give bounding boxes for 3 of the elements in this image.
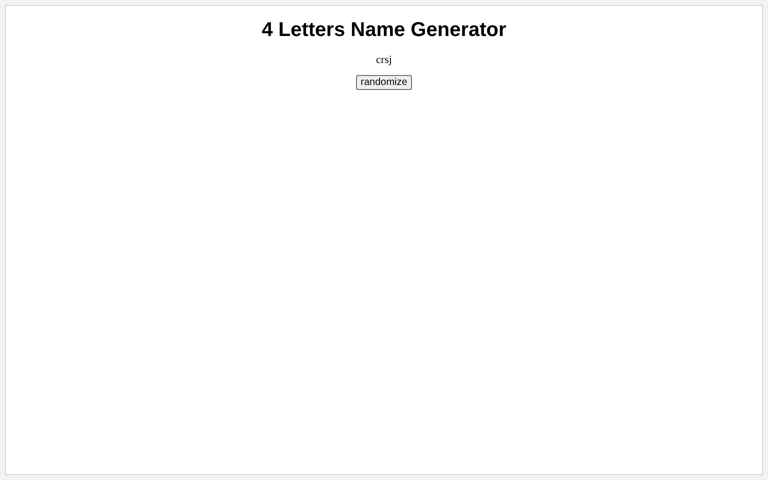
page-title: 4 Letters Name Generator xyxy=(262,18,506,42)
randomize-button[interactable]: randomize xyxy=(356,75,412,90)
generated-name: crsj xyxy=(376,53,392,67)
